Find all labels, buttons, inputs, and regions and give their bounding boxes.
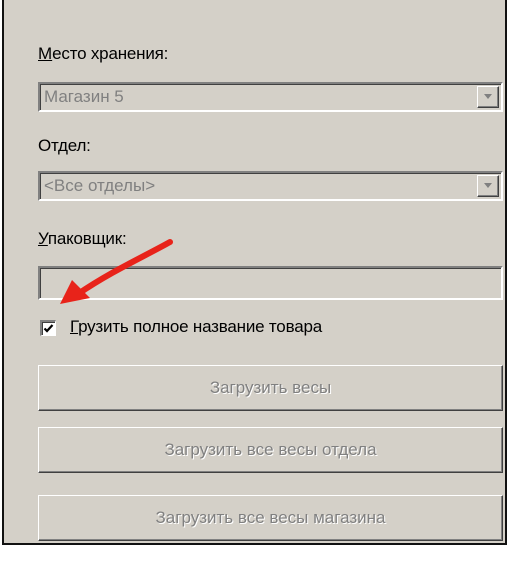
chevron-down-icon [484,183,492,188]
department-label: Отдел: [38,136,91,155]
full-name-checkbox-label[interactable]: Грузить полное название товара [70,317,322,337]
checkmark-icon [43,324,54,333]
department-combo-value: <Все отделы> [44,176,156,195]
load-scales-button[interactable]: Загрузить весы [38,365,503,411]
annotation-arrow-icon [60,239,173,304]
full-name-checkbox[interactable] [40,320,56,336]
load-store-scales-button[interactable]: Загрузить все весы магазина [38,495,503,541]
storage-dropdown-button[interactable] [477,86,499,108]
storage-combo[interactable]: Магазин 5 [38,82,503,112]
department-combo[interactable]: <Все отделы> [38,171,503,201]
load-department-scales-button[interactable]: Загрузить все весы отдела [38,427,503,473]
storage-label: Место хранения: [38,44,169,63]
storage-combo-value: Магазин 5 [44,87,124,106]
chevron-down-icon [484,94,492,99]
department-dropdown-button[interactable] [477,175,499,197]
